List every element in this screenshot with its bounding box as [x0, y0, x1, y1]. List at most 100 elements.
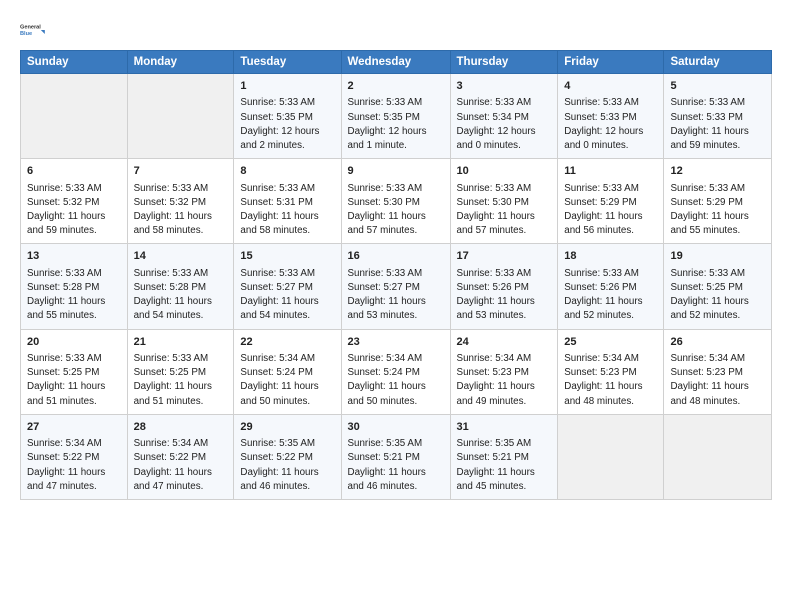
calendar-cell: 14Sunrise: 5:33 AMSunset: 5:28 PMDayligh…: [127, 244, 234, 329]
week-row: 27 Sunrise: 5:34 AMSunset: 5:22 PMDayligh…: [21, 414, 772, 499]
day-info: Sunrise: 5:35 AMSunset: 5:21 PMDaylight:…: [348, 437, 444, 494]
day-number: 31: [457, 420, 552, 435]
calendar-cell: 2 Sunrise: 5:33 AMSunset: 5:35 PMDaylight…: [341, 74, 450, 159]
calendar-cell: 19 Sunrise: 5:33 AMSunset: 5:25 PMDayligh…: [664, 244, 772, 329]
day-number: 16: [348, 249, 444, 264]
calendar-cell: 12 Sunrise: 5:33 AMSunset: 5:29 PMDayligh…: [664, 159, 772, 244]
week-row: 13Sunrise: 5:33 AMSunset: 5:28 PMDayligh…: [21, 244, 772, 329]
day-info: Sunrise: 5:33 AMSunset: 5:25 PMDaylight:…: [27, 352, 121, 409]
calendar-cell: 16 Sunrise: 5:33 AMSunset: 5:27 PMDayligh…: [341, 244, 450, 329]
calendar-cell: 8Sunrise: 5:33 AMSunset: 5:31 PMDaylight…: [234, 159, 341, 244]
calendar-cell: 15 Sunrise: 5:33 AMSunset: 5:27 PMDayligh…: [234, 244, 341, 329]
day-info: Sunrise: 5:34 AMSunset: 5:23 PMDaylight:…: [564, 352, 657, 409]
day-info: Sunrise: 5:33 AMSunset: 5:35 PMDaylight:…: [348, 96, 444, 153]
day-number: 2: [348, 79, 444, 94]
calendar-cell: 9 Sunrise: 5:33 AMSunset: 5:30 PMDaylight…: [341, 159, 450, 244]
day-info: Sunrise: 5:34 AMSunset: 5:24 PMDaylight:…: [348, 352, 444, 409]
day-number: 9: [348, 164, 444, 179]
calendar-cell: 30 Sunrise: 5:35 AMSunset: 5:21 PMDayligh…: [341, 414, 450, 499]
day-info: Sunrise: 5:33 AMSunset: 5:32 PMDaylight:…: [134, 182, 228, 239]
calendar-cell: 10 Sunrise: 5:33 AMSunset: 5:30 PMDayligh…: [450, 159, 558, 244]
col-header-friday: Friday: [558, 51, 664, 74]
calendar-cell: [21, 74, 128, 159]
day-number: 23: [348, 335, 444, 350]
day-number: 5: [670, 79, 765, 94]
calendar-cell: 27 Sunrise: 5:34 AMSunset: 5:22 PMDayligh…: [21, 414, 128, 499]
col-header-tuesday: Tuesday: [234, 51, 341, 74]
day-info: Sunrise: 5:33 AMSunset: 5:26 PMDaylight:…: [564, 267, 657, 324]
day-number: 25: [564, 335, 657, 350]
day-number: 10: [457, 164, 552, 179]
day-number: 6: [27, 164, 121, 179]
calendar-cell: 17 Sunrise: 5:33 AMSunset: 5:26 PMDayligh…: [450, 244, 558, 329]
day-number: 28: [134, 420, 228, 435]
day-info: Sunrise: 5:33 AMSunset: 5:32 PMDaylight:…: [27, 182, 121, 239]
day-number: 4: [564, 79, 657, 94]
col-header-monday: Monday: [127, 51, 234, 74]
day-number: 12: [670, 164, 765, 179]
week-row: 20 Sunrise: 5:33 AMSunset: 5:25 PMDayligh…: [21, 329, 772, 414]
day-info: Sunrise: 5:33 AMSunset: 5:35 PMDaylight:…: [240, 96, 334, 153]
calendar-cell: 28 Sunrise: 5:34 AMSunset: 5:22 PMDayligh…: [127, 414, 234, 499]
day-number: 29: [240, 420, 334, 435]
day-info: Sunrise: 5:33 AMSunset: 5:34 PMDaylight:…: [457, 96, 552, 153]
calendar-cell: 6 Sunrise: 5:33 AMSunset: 5:32 PMDaylight…: [21, 159, 128, 244]
day-info: Sunrise: 5:33 AMSunset: 5:29 PMDaylight:…: [670, 182, 765, 239]
day-info: Sunrise: 5:33 AMSunset: 5:33 PMDaylight:…: [670, 96, 765, 153]
day-number: 27: [27, 420, 121, 435]
day-info: Sunrise: 5:33 AMSunset: 5:26 PMDaylight:…: [457, 267, 552, 324]
day-info: Sunrise: 5:33 AMSunset: 5:33 PMDaylight:…: [564, 96, 657, 153]
calendar-cell: 26Sunrise: 5:34 AMSunset: 5:23 PMDayligh…: [664, 329, 772, 414]
day-number: 3: [457, 79, 552, 94]
day-info: Sunrise: 5:34 AMSunset: 5:23 PMDaylight:…: [457, 352, 552, 409]
day-info: Sunrise: 5:33 AMSunset: 5:27 PMDaylight:…: [348, 267, 444, 324]
calendar-cell: [664, 414, 772, 499]
header-row: SundayMondayTuesdayWednesdayThursdayFrid…: [21, 51, 772, 74]
calendar-cell: 3 Sunrise: 5:33 AMSunset: 5:34 PMDaylight…: [450, 74, 558, 159]
day-number: 13: [27, 249, 121, 264]
day-info: Sunrise: 5:33 AMSunset: 5:25 PMDaylight:…: [670, 267, 765, 324]
day-number: 30: [348, 420, 444, 435]
day-number: 15: [240, 249, 334, 264]
day-number: 7: [134, 164, 228, 179]
calendar-cell: 4 Sunrise: 5:33 AMSunset: 5:33 PMDaylight…: [558, 74, 664, 159]
calendar-cell: 5 Sunrise: 5:33 AMSunset: 5:33 PMDaylight…: [664, 74, 772, 159]
svg-text:General: General: [20, 24, 41, 30]
calendar-cell: 21Sunrise: 5:33 AMSunset: 5:25 PMDayligh…: [127, 329, 234, 414]
calendar-cell: 18Sunrise: 5:33 AMSunset: 5:26 PMDayligh…: [558, 244, 664, 329]
day-info: Sunrise: 5:34 AMSunset: 5:22 PMDaylight:…: [27, 437, 121, 494]
day-info: Sunrise: 5:35 AMSunset: 5:22 PMDaylight:…: [240, 437, 334, 494]
col-header-saturday: Saturday: [664, 51, 772, 74]
day-number: 11: [564, 164, 657, 179]
day-number: 20: [27, 335, 121, 350]
day-info: Sunrise: 5:33 AMSunset: 5:30 PMDaylight:…: [457, 182, 552, 239]
calendar-cell: 23 Sunrise: 5:34 AMSunset: 5:24 PMDayligh…: [341, 329, 450, 414]
day-info: Sunrise: 5:34 AMSunset: 5:22 PMDaylight:…: [134, 437, 228, 494]
calendar-cell: 31Sunrise: 5:35 AMSunset: 5:21 PMDayligh…: [450, 414, 558, 499]
calendar-cell: 13Sunrise: 5:33 AMSunset: 5:28 PMDayligh…: [21, 244, 128, 329]
col-header-sunday: Sunday: [21, 51, 128, 74]
day-number: 1: [240, 79, 334, 94]
day-info: Sunrise: 5:33 AMSunset: 5:27 PMDaylight:…: [240, 267, 334, 324]
week-row: 1 Sunrise: 5:33 AMSunset: 5:35 PMDaylight…: [21, 74, 772, 159]
calendar-cell: 22 Sunrise: 5:34 AMSunset: 5:24 PMDayligh…: [234, 329, 341, 414]
day-info: Sunrise: 5:33 AMSunset: 5:29 PMDaylight:…: [564, 182, 657, 239]
calendar-cell: 20 Sunrise: 5:33 AMSunset: 5:25 PMDayligh…: [21, 329, 128, 414]
day-number: 14: [134, 249, 228, 264]
page-container: GeneralBlue SundayMondayTuesdayWednesday…: [0, 0, 792, 510]
day-info: Sunrise: 5:34 AMSunset: 5:24 PMDaylight:…: [240, 352, 334, 409]
col-header-thursday: Thursday: [450, 51, 558, 74]
calendar-cell: 1 Sunrise: 5:33 AMSunset: 5:35 PMDaylight…: [234, 74, 341, 159]
day-number: 24: [457, 335, 552, 350]
calendar-cell: 29 Sunrise: 5:35 AMSunset: 5:22 PMDayligh…: [234, 414, 341, 499]
day-number: 19: [670, 249, 765, 264]
calendar-cell: [558, 414, 664, 499]
header: GeneralBlue: [20, 16, 772, 44]
calendar-cell: 24 Sunrise: 5:34 AMSunset: 5:23 PMDayligh…: [450, 329, 558, 414]
day-number: 17: [457, 249, 552, 264]
day-number: 26: [670, 335, 765, 350]
day-info: Sunrise: 5:33 AMSunset: 5:30 PMDaylight:…: [348, 182, 444, 239]
day-number: 21: [134, 335, 228, 350]
day-number: 8: [240, 164, 334, 179]
day-number: 22: [240, 335, 334, 350]
